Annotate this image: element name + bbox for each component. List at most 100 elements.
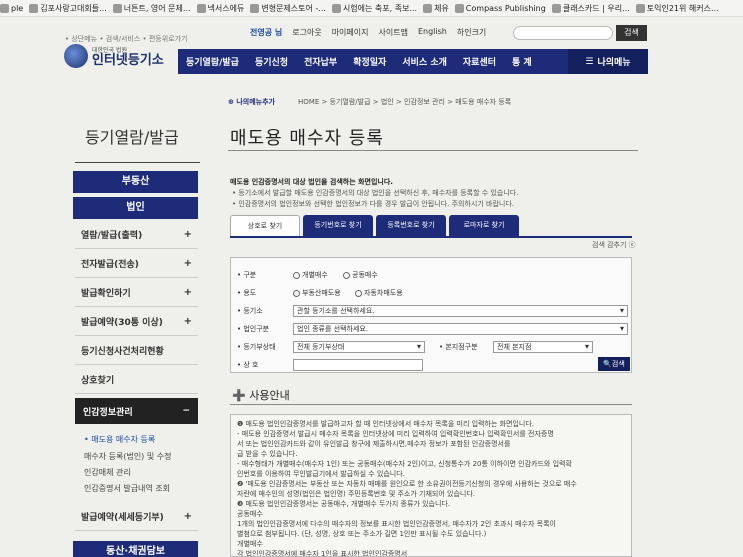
user-name: 전영공 님 xyxy=(250,28,283,37)
sitemap-link[interactable]: 사이트맵 xyxy=(379,27,408,38)
radio-realestate[interactable]: 부동산매도용 xyxy=(293,288,341,298)
logout-link[interactable]: 로그아웃 xyxy=(292,27,321,38)
guide-divider xyxy=(230,404,632,405)
status-select[interactable]: 전체 등기부상태 xyxy=(293,341,425,353)
site-search-input[interactable] xyxy=(513,26,613,40)
bookmark-item[interactable]: Compass Publishing xyxy=(454,3,546,13)
utility-links: 전영공 님 로그아웃 마이페이지 사이트맵 English 하인크기 xyxy=(250,27,486,38)
sidebar-item-label: 전자발급(전송) xyxy=(81,260,139,270)
logo-title: 인터넷등기소 xyxy=(92,53,164,68)
nav-fixed-date[interactable]: 확정일자 xyxy=(345,55,394,68)
globe-icon xyxy=(250,3,260,13)
guide-line: 자란에 매수인의 성명(법인은 법인명) 주민등록번호 및 주소가 기재되어 있… xyxy=(237,490,476,498)
tab-by-name[interactable]: 상호로 찾기 xyxy=(230,215,300,236)
bookmark-label: 클래스카드 | 우리... xyxy=(562,3,630,13)
guide-line: ❷ '매도용 인감증명서는 부동산 또는 자동차 매매를 원인으로 한 소유권이… xyxy=(237,480,577,488)
font-size-link[interactable]: 하인크기 xyxy=(457,27,486,38)
tab-by-roman[interactable]: 로마자로 찾기 xyxy=(449,215,519,236)
bookmarks-bar: ple 김포사랑고대회들... 너튼트, 영어 문제... 넥서스에듀 변형문제스토어 … xyxy=(0,0,743,17)
page-icon xyxy=(331,3,341,13)
my-menu-label: 나의메뉴 xyxy=(597,58,631,68)
skip-links[interactable]: • 상단메뉴 • 검색/서비스 • 편등위로가기 xyxy=(65,34,187,44)
nav-statistics[interactable]: 통 계 xyxy=(504,55,540,68)
guide-line: - 매수형태가 개별매수(매수자 1인) 또는 공동매수(매수자 2인)이고, … xyxy=(237,460,572,468)
court-logo-icon xyxy=(64,44,88,68)
sidebar-item-case-status[interactable]: 등기신청사건처리현황 xyxy=(75,337,198,365)
page-note: • 등기소에서 발급할 매도용 인감증명서의 대상 법인을 선택하신 후, 매수… xyxy=(232,189,519,197)
name-label: • 상 호 xyxy=(237,361,259,369)
row-name: • 상 호 🔍검색 xyxy=(231,357,631,373)
guide-line: 인번호를 이용하여 무인발급기에서 발급하실 수 있습니다. xyxy=(237,470,405,478)
sidebar-item-view-print[interactable]: 열람/발급(출력) + xyxy=(75,221,198,249)
radio-icon xyxy=(293,289,300,297)
sidebar-item-label: 발급예약(세세등기부) xyxy=(81,513,164,523)
sidebar-item-seal-info[interactable]: 인감정보관리 − xyxy=(75,398,198,424)
sidebar-item-reservation[interactable]: 발급예약(30통 이상) + xyxy=(75,308,198,336)
page-icon xyxy=(29,3,39,13)
sidebar-item-label: 상호찾기 xyxy=(81,376,115,386)
plus-icon: + xyxy=(183,258,192,269)
tab-by-id-number[interactable]: 등록번호로 찾기 xyxy=(376,215,446,236)
sidebar-item-reservation-bulk[interactable]: 발급예약(세세등기부) + xyxy=(75,503,198,531)
bookmark-item[interactable]: 체유 xyxy=(423,3,449,14)
guide-line: - 매도용 인감증명서 발급시 매수자 목록을 인터넷상에 미리 입력하여 입력… xyxy=(237,430,554,438)
bookmark-item[interactable]: 김포사랑고대회들... xyxy=(29,3,107,14)
site-search-button[interactable]: 검색 xyxy=(616,25,647,41)
breadcrumb: HOME > 등기열람/발급 > 법인 > 인감정보 관리 > 매도용 매수자 … xyxy=(298,98,512,106)
name-input[interactable] xyxy=(293,359,423,371)
radio-car[interactable]: 자동차매도용 xyxy=(355,288,403,298)
sidebar-sub-buyer-register[interactable]: • 매도용 매수자 등록 xyxy=(84,434,155,445)
guide-line: 공동매수 xyxy=(237,510,263,518)
add-my-menu-button[interactable]: ⊕ 나의메뉴추가 xyxy=(228,97,275,107)
sidebar-item-e-issue[interactable]: 전자발급(전송) + xyxy=(75,250,198,278)
english-link[interactable]: English xyxy=(418,27,447,38)
bookmark-item[interactable]: 토익인21위 해커스... xyxy=(635,3,719,14)
sidebar-cat-realestate[interactable]: 부동산 xyxy=(73,171,198,193)
bookmark-item[interactable]: ple xyxy=(0,3,23,13)
sidebar-sub-issue-history[interactable]: 인감증명서 발급내역 조회 xyxy=(84,483,170,494)
sidebar-cat-movables[interactable]: 동산·채권담보 xyxy=(73,541,198,557)
bookmark-item[interactable]: 클래스카드 | 우리... xyxy=(551,3,630,14)
bookmark-item[interactable]: 넥서스에듀 xyxy=(196,3,244,14)
search-button[interactable]: 🔍검색 xyxy=(598,357,630,371)
bookmark-label: 변형문제스토어 -... xyxy=(261,3,326,13)
sidebar-item-issue-check[interactable]: 발급확인하기 + xyxy=(75,279,198,307)
radio-individual[interactable]: 개별매수 xyxy=(293,270,328,280)
hide-search-toggle[interactable]: 검색 감추기 ⓔ xyxy=(592,240,636,250)
nav-registry-apply[interactable]: 등기신청 xyxy=(247,55,296,68)
bookmark-item[interactable]: 변형문제스토어 -... xyxy=(250,3,326,14)
sidebar-cat-corporation[interactable]: 법인 xyxy=(73,197,198,219)
my-menu-button[interactable]: ☰ 나의메뉴 xyxy=(568,49,648,74)
office-label: • 등기소 xyxy=(237,307,263,315)
status-label: • 등기부상태 xyxy=(237,343,276,351)
guide-line: 각 법인인감증명서에 매수자 1인을 표시한 법인인감증명서 xyxy=(237,550,408,557)
branch-select[interactable]: 전체 본지점 xyxy=(493,341,593,353)
corp-kind-select[interactable]: 법인 종류를 선택하세요. xyxy=(293,323,628,335)
guide-heading: ➕ 사용안내 xyxy=(232,389,290,402)
globe-icon xyxy=(196,3,206,13)
radio-label: 부동산매도용 xyxy=(302,289,341,297)
radio-label: 개별매수 xyxy=(302,271,328,279)
guide-line: 개별매수 xyxy=(237,540,263,548)
nav-resources[interactable]: 자료센터 xyxy=(455,55,504,68)
guide-title: 사용안내 xyxy=(249,389,290,402)
tab-by-reg-number[interactable]: 등기번호로 찾기 xyxy=(303,215,373,236)
search-form: • 구분 개별매수 공동매수 • 용도 부동산매도용 자동차매도용 • 등기소 … xyxy=(230,257,632,373)
sidebar-sub-buyer-edit[interactable]: 매수자 등록(법인) 및 수정 xyxy=(84,451,171,462)
sidebar-sub-seal-media[interactable]: 인감매체 관리 xyxy=(84,467,131,478)
office-select[interactable]: 관할 등기소를 선택하세요. xyxy=(293,305,628,317)
sidebar-item-name-search[interactable]: 상호찾기 xyxy=(75,366,198,394)
bookmark-item[interactable]: 시험에는 축포, 족보... xyxy=(331,3,417,14)
radio-joint[interactable]: 공동매수 xyxy=(343,270,378,280)
page-note: • 인감증명서의 법인정보와 선택한 법인정보가 다를 경우 발급이 안됩니다.… xyxy=(232,200,514,208)
nav-e-payment[interactable]: 전자납부 xyxy=(296,55,345,68)
nav-service-intro[interactable]: 서비스 소개 xyxy=(394,55,455,68)
nav-registry-view[interactable]: 등기열람/발급 xyxy=(178,55,247,68)
sidebar-title: 등기열람/발급 xyxy=(85,128,179,147)
site-logo[interactable]: 대한민국 법원 인터넷등기소 xyxy=(64,44,164,68)
sidebar-divider xyxy=(75,162,200,163)
mypage-link[interactable]: 마이페이지 xyxy=(332,27,369,38)
bookmark-item[interactable]: 너튼트, 영어 문제... xyxy=(112,3,191,14)
page-icon xyxy=(112,3,122,13)
buy-type-label: • 구분 xyxy=(237,271,257,279)
